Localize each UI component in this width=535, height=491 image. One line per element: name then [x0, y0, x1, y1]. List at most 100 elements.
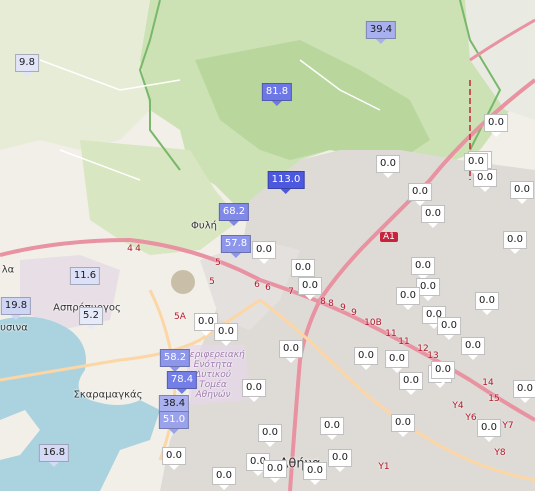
rainfall-marker[interactable]: 0.0 — [431, 361, 455, 384]
rainfall-marker-value: 0.0 — [411, 257, 435, 275]
quarry-area — [171, 270, 195, 294]
rainfall-marker[interactable]: 0.0 — [503, 231, 527, 254]
rainfall-marker-value: 0.0 — [513, 380, 535, 398]
rainfall-marker[interactable]: 81.8 — [261, 83, 293, 106]
rainfall-marker[interactable]: 0.0 — [510, 181, 534, 204]
rainfall-marker[interactable]: 0.0 — [475, 292, 499, 315]
rainfall-marker[interactable]: 0.0 — [328, 449, 352, 472]
marker-pointer — [86, 325, 96, 330]
rainfall-marker[interactable]: 113.0 — [267, 171, 305, 194]
marker-pointer — [398, 432, 408, 437]
rainfall-marker[interactable]: 0.0 — [376, 155, 400, 178]
rainfall-marker-value: 0.0 — [477, 419, 501, 437]
rainfall-marker[interactable]: 0.0 — [396, 287, 420, 310]
rainfall-marker-value: 0.0 — [320, 417, 344, 435]
marker-pointer — [471, 171, 481, 176]
rainfall-marker[interactable]: 39.4 — [365, 21, 397, 44]
marker-pointer — [403, 305, 413, 310]
road-number: 13 — [427, 351, 439, 361]
rainfall-marker[interactable]: 11.6 — [69, 267, 101, 290]
rainfall-marker-value: 57.8 — [220, 235, 252, 253]
rainfall-marker[interactable]: 0.0 — [408, 183, 432, 206]
marker-pointer — [517, 199, 527, 204]
rainfall-marker-value: 5.2 — [79, 307, 103, 325]
road-number: 6 — [254, 280, 260, 290]
marker-pointer — [201, 331, 211, 336]
marker-pointer — [249, 397, 259, 402]
rainfall-marker-value: 0.0 — [510, 181, 534, 199]
marker-pointer — [327, 435, 337, 440]
road-number: 11 — [385, 329, 397, 339]
rainfall-marker[interactable]: 0.0 — [385, 350, 409, 373]
marker-pointer — [361, 365, 371, 370]
marker-pointer — [169, 465, 179, 470]
marker-pointer — [491, 132, 501, 137]
rainfall-marker-value: 0.0 — [263, 460, 287, 478]
rainfall-marker[interactable]: 78.4 — [166, 371, 198, 394]
marker-pointer — [444, 335, 454, 340]
rainfall-marker-value: 0.0 — [354, 347, 378, 365]
rainfall-marker[interactable]: 0.0 — [437, 317, 461, 340]
marker-pointer — [383, 173, 393, 178]
road-number: 15 — [488, 394, 500, 404]
rainfall-marker-value: 0.0 — [376, 155, 400, 173]
marker-pointer — [484, 437, 494, 442]
rainfall-marker-value: 0.0 — [431, 361, 455, 379]
rainfall-marker[interactable]: 0.0 — [242, 379, 266, 402]
rainfall-marker[interactable]: 0.0 — [258, 424, 282, 447]
rainfall-marker[interactable]: 0.0 — [513, 380, 535, 403]
rainfall-marker[interactable]: 0.0 — [411, 257, 435, 280]
road-number: 5 — [209, 277, 215, 287]
rainfall-marker-value: 0.0 — [242, 379, 266, 397]
rainfall-marker[interactable]: 0.0 — [461, 337, 485, 360]
marker-pointer — [423, 296, 433, 301]
road-number: Y6 — [465, 413, 477, 423]
road-number: 9 — [340, 303, 346, 313]
rainfall-marker-value: 0.0 — [421, 205, 445, 223]
rainfall-marker-value: 0.0 — [484, 114, 508, 132]
rainfall-marker[interactable]: 0.0 — [214, 323, 238, 346]
rainfall-marker[interactable]: 19.8 — [0, 297, 32, 320]
marker-pointer — [22, 72, 32, 77]
rainfall-marker[interactable]: 0.0 — [162, 447, 186, 470]
rainfall-marker[interactable]: 0.0 — [252, 241, 276, 264]
marker-pointer — [228, 221, 239, 226]
rainfall-marker[interactable]: 51.0 — [158, 411, 190, 434]
rainfall-marker[interactable]: 0.0 — [484, 114, 508, 137]
road-number: 5 — [215, 258, 221, 268]
rainfall-marker[interactable]: 0.0 — [421, 205, 445, 228]
rainfall-marker[interactable]: 0.0 — [477, 419, 501, 442]
rainfall-marker-value: 0.0 — [464, 153, 488, 171]
rainfall-marker-value: 0.0 — [162, 447, 186, 465]
marker-pointer — [271, 101, 282, 106]
rainfall-marker[interactable]: 0.0 — [298, 277, 322, 300]
rainfall-marker-value: 0.0 — [399, 372, 423, 390]
rainfall-marker[interactable]: 0.0 — [263, 460, 287, 483]
rainfall-marker-value: 0.0 — [212, 467, 236, 485]
rainfall-marker-value: 58.2 — [159, 349, 191, 367]
rainfall-marker[interactable]: 0.0 — [391, 414, 415, 437]
rainfall-marker[interactable]: 0.0 — [279, 340, 303, 363]
marker-pointer — [219, 485, 229, 490]
rainfall-marker[interactable]: 16.8 — [38, 444, 70, 467]
rainfall-marker[interactable]: 0.0 — [464, 153, 488, 176]
rainfall-marker-value: 19.8 — [0, 297, 32, 315]
rainfall-marker-value: 0.0 — [298, 277, 322, 295]
rainfall-marker[interactable]: 0.0 — [399, 372, 423, 395]
rainfall-marker[interactable]: 9.8 — [15, 54, 39, 77]
rainfall-marker[interactable]: 68.2 — [218, 203, 250, 226]
rainfall-marker[interactable]: 58.2 — [159, 349, 191, 372]
rainfall-marker[interactable]: 0.0 — [354, 347, 378, 370]
rainfall-marker[interactable]: 0.0 — [303, 462, 327, 485]
rainfall-marker[interactable]: 5.2 — [79, 307, 103, 330]
rainfall-marker[interactable]: 0.0 — [320, 417, 344, 440]
rainfall-marker[interactable]: 0.0 — [212, 467, 236, 490]
road-number: 4 — [135, 244, 141, 254]
rainfall-marker[interactable]: 57.8 — [220, 235, 252, 258]
road-number: 8 — [328, 299, 334, 309]
marker-pointer — [79, 285, 90, 290]
marker-pointer — [280, 189, 291, 194]
rainfall-marker-value: 81.8 — [261, 83, 293, 101]
map-view[interactable]: Φυλή Ασπρόπυργος Σκαραμαγκάς Αθήνα Περιφ… — [0, 0, 535, 491]
rainfall-marker-value: 0.0 — [475, 292, 499, 310]
